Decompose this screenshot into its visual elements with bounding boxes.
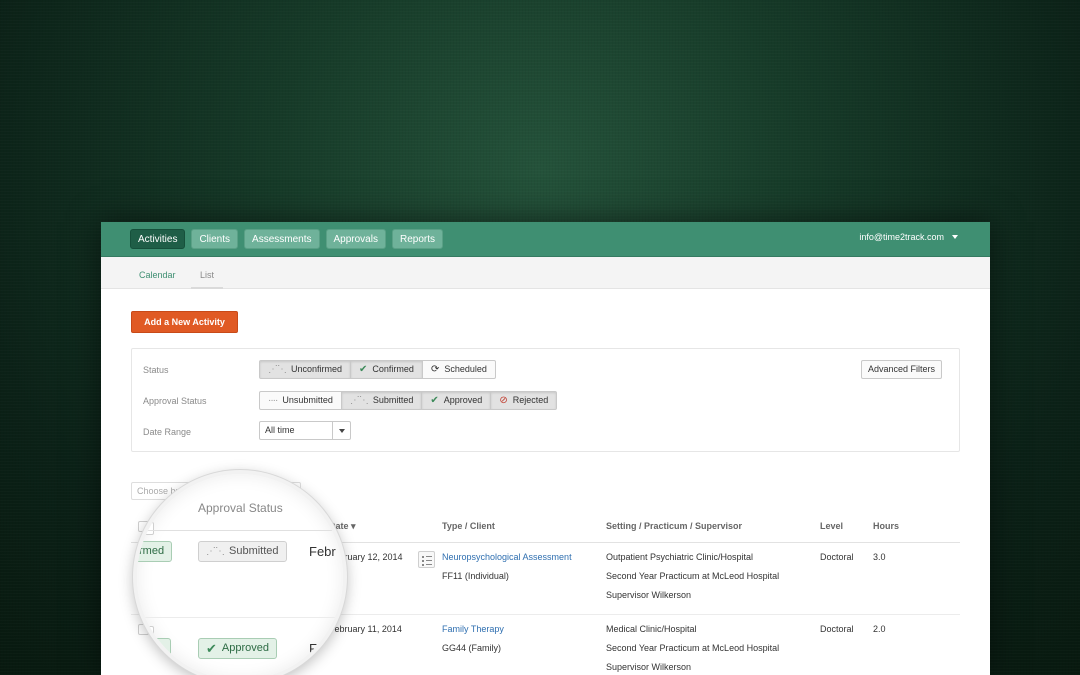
status-scheduled-label: Scheduled — [444, 364, 487, 374]
column-header-setting[interactable]: Setting / Practicum / Supervisor — [606, 521, 742, 531]
row-hours: 3.0 — [873, 552, 886, 562]
column-header-level[interactable]: Level — [820, 521, 843, 531]
row-type-link[interactable]: Neuropsychological Assessment — [442, 552, 572, 562]
magnified-row-divider — [137, 617, 343, 618]
chevron-down-icon — [952, 235, 958, 239]
user-email: info@time2track.com — [859, 232, 944, 242]
magnified-approved-text: Approved — [221, 642, 269, 654]
nav-tab-approvals[interactable]: Approvals — [325, 229, 386, 249]
dotted-check-icon: ⋰⋱ — [206, 545, 225, 557]
magnified-status-badge — [149, 638, 171, 659]
row-practicum: Second Year Practicum at McLeod Hospital — [606, 571, 780, 581]
magnified-date-text: Febr — [309, 544, 336, 559]
refresh-icon: ⟳ — [430, 363, 440, 375]
row-level: Doctoral — [820, 624, 854, 634]
magnifier-content: Approval Status rmed ⋰⋱ Submitted Febr ✔… — [137, 474, 343, 675]
select-divider — [332, 422, 333, 439]
nav-tab-reports[interactable]: Reports — [391, 229, 443, 249]
approval-submitted-toggle[interactable]: ⋰⋱ Submitted — [340, 391, 423, 410]
notes-list-icon[interactable] — [418, 551, 435, 568]
row-client: FF11 (Individual) — [442, 571, 509, 581]
magnifier-lens: Approval Status rmed ⋰⋱ Submitted Febr ✔… — [133, 470, 347, 675]
chevron-down-icon — [339, 429, 345, 433]
status-unconfirmed-toggle[interactable]: ⋰⋱ Unconfirmed — [259, 360, 352, 379]
status-scheduled-toggle[interactable]: ⟳ Scheduled — [421, 360, 496, 379]
dashed-line-icon: ···· — [268, 394, 278, 406]
filters-panel: Status ⋰⋱ Unconfirmed ✔ Confirmed ⟳ Sche… — [131, 348, 960, 452]
main-nav-tabs: Activities Clients Assessments Approvals… — [130, 229, 443, 249]
approval-filter-group: ···· Unsubmitted ⋰⋱ Submitted ✔ Approved… — [259, 391, 558, 410]
approval-unsubmitted-label: Unsubmitted — [282, 395, 333, 405]
magnified-approved-badge: ✔ Approved — [198, 638, 277, 659]
row-setting: Medical Clinic/Hospital — [606, 624, 697, 634]
approval-filter-label: Approval Status — [143, 396, 207, 406]
top-navigation: Activities Clients Assessments Approvals… — [101, 222, 990, 257]
add-activity-button[interactable]: Add a New Activity — [131, 311, 238, 333]
nav-tab-clients[interactable]: Clients — [191, 229, 239, 249]
approval-rejected-toggle[interactable]: ⊘ Rejected — [490, 391, 558, 410]
check-icon: ✔ — [430, 394, 439, 406]
row-client: GG44 (Family) — [442, 643, 502, 653]
magnified-submitted-badge: ⋰⋱ Submitted — [198, 541, 287, 562]
magnified-submitted-text: Submitted — [229, 545, 279, 557]
row-supervisor: Supervisor Wilkerson — [606, 662, 692, 672]
advanced-filters-button[interactable]: Advanced Filters — [860, 360, 942, 379]
magnified-approval-header: Approval Status — [198, 501, 283, 515]
row-hours: 2.0 — [873, 624, 886, 634]
nav-tab-assessments[interactable]: Assessments — [244, 229, 320, 249]
approval-approved-toggle[interactable]: ✔ Approved — [421, 391, 492, 410]
column-header-hours[interactable]: Hours — [873, 521, 899, 531]
check-icon: ✔ — [206, 641, 217, 656]
subtab-calendar[interactable]: Calendar — [139, 270, 176, 280]
row-practicum: Second Year Practicum at McLeod Hospital — [606, 643, 780, 653]
approval-submitted-label: Submitted — [372, 395, 414, 405]
row-type-link[interactable]: Family Therapy — [442, 624, 504, 634]
subtab-list[interactable]: List — [200, 270, 214, 280]
row-level: Doctoral — [820, 552, 854, 562]
user-menu[interactable]: info@time2track.com — [859, 232, 958, 242]
status-confirmed-label: Confirmed — [372, 364, 414, 374]
row-supervisor: Supervisor Wilkerson — [606, 590, 692, 600]
date-range-value: All time — [265, 425, 295, 435]
status-unconfirmed-label: Unconfirmed — [291, 364, 343, 374]
ban-icon: ⊘ — [499, 394, 508, 406]
status-filter-group: ⋰⋱ Unconfirmed ✔ Confirmed ⟳ Scheduled — [259, 360, 496, 379]
date-range-label: Date Range — [143, 427, 192, 437]
dotted-check-icon: ⋰⋱ — [268, 363, 287, 375]
magnified-checkbox — [141, 522, 154, 535]
dotted-check-icon: ⋰⋱ — [349, 394, 369, 406]
row-setting: Outpatient Psychiatric Clinic/Hospital — [606, 552, 754, 562]
sub-navigation: Calendar List — [101, 257, 990, 289]
magnified-header-divider — [137, 530, 343, 531]
approval-rejected-label: Rejected — [512, 395, 549, 405]
column-header-type-client[interactable]: Type / Client — [442, 521, 495, 531]
magnified-status-badge: rmed — [137, 541, 173, 562]
status-confirmed-toggle[interactable]: ✔ Confirmed — [350, 360, 423, 379]
status-filter-label: Status — [143, 365, 169, 375]
approval-unsubmitted-toggle[interactable]: ···· Unsubmitted — [259, 391, 342, 410]
check-icon: ✔ — [359, 363, 368, 375]
magnified-status-text: rmed — [139, 545, 165, 557]
approval-approved-label: Approved — [443, 395, 483, 405]
nav-tab-activities[interactable]: Activities — [130, 229, 186, 249]
magnified-date-text: F — [309, 641, 317, 656]
date-range-select[interactable]: All time — [259, 421, 351, 440]
subtab-underline — [191, 287, 223, 289]
